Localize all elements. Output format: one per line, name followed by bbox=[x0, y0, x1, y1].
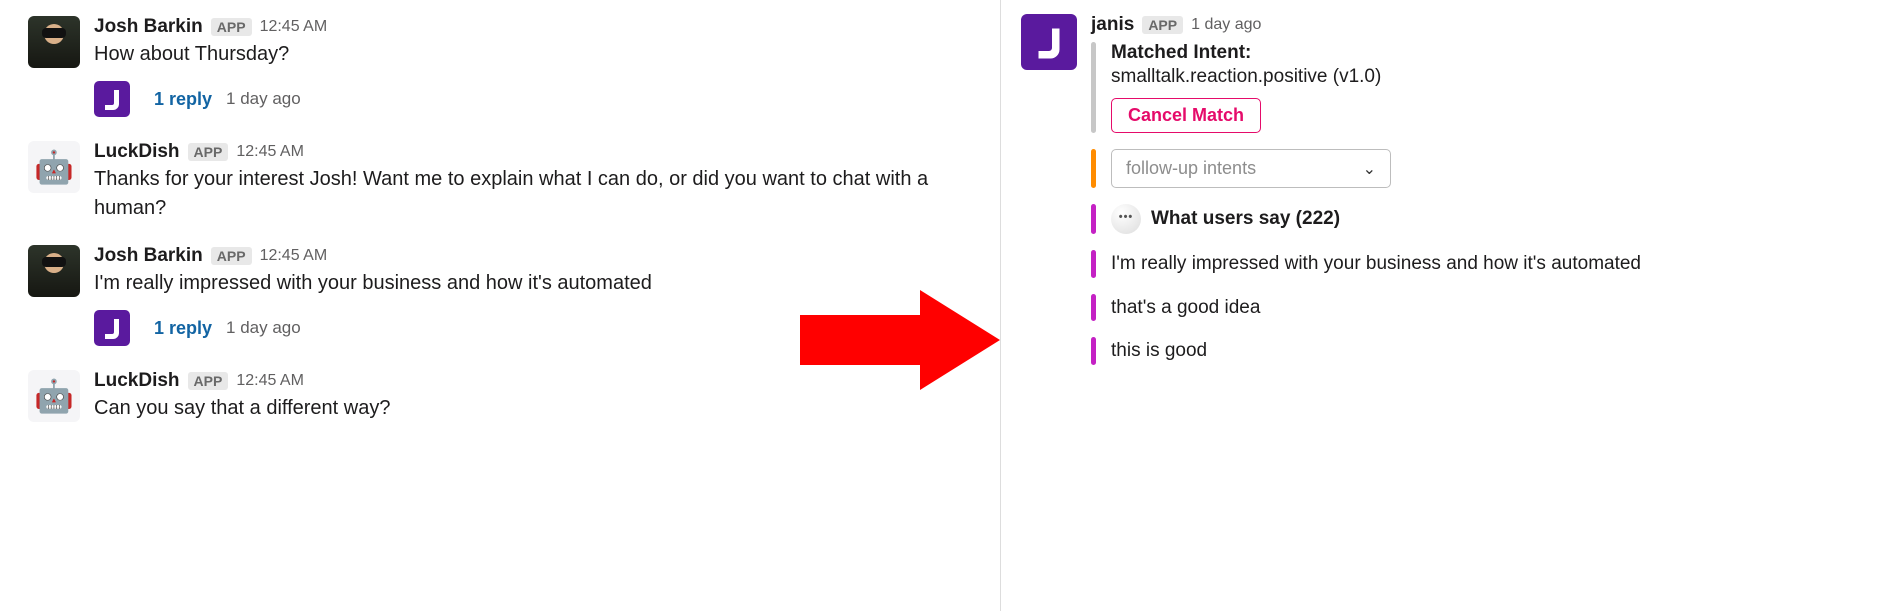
janis-icon bbox=[94, 310, 130, 346]
avatar-josh[interactable] bbox=[28, 245, 80, 297]
avatar-luckdish[interactable]: 🤖 bbox=[28, 141, 80, 193]
app-badge: APP bbox=[211, 18, 252, 36]
user-say-text: that's a good idea bbox=[1111, 297, 1260, 318]
message: Josh Barkin APP 12:45 AM I'm really impr… bbox=[28, 239, 1000, 300]
avatar-josh[interactable] bbox=[28, 16, 80, 68]
what-users-say-block: ••• What users say (222) bbox=[1091, 204, 1904, 234]
message-text: How about Thursday? bbox=[94, 40, 1000, 69]
thread-time: 1 day ago bbox=[1191, 16, 1261, 34]
chevron-down-icon: ⌄ bbox=[1363, 159, 1376, 179]
message-time: 12:45 AM bbox=[236, 372, 304, 390]
reply-time: 1 day ago bbox=[226, 89, 301, 109]
select-placeholder: follow-up intents bbox=[1126, 158, 1256, 179]
app-badge: APP bbox=[188, 372, 229, 390]
followup-intents-block: follow-up intents ⌄ bbox=[1091, 149, 1904, 188]
user-say-text: I'm really impressed with your business … bbox=[1111, 253, 1641, 274]
message-author[interactable]: Josh Barkin bbox=[94, 245, 203, 267]
message: 🤖 LuckDish APP 12:45 AM Thanks for your … bbox=[28, 135, 1000, 225]
app-badge: APP bbox=[1142, 16, 1183, 34]
message-text: I'm really impressed with your business … bbox=[94, 269, 1000, 298]
speech-bubble-icon: ••• bbox=[1111, 204, 1141, 234]
thread-panel: janis APP 1 day ago Matched Intent: smal… bbox=[1000, 0, 1904, 611]
matched-intent-value: smalltalk.reaction.positive (v1.0) bbox=[1111, 66, 1904, 88]
attachment-bar bbox=[1091, 250, 1096, 278]
user-say-item: I'm really impressed with your business … bbox=[1091, 250, 1904, 278]
followup-intents-select[interactable]: follow-up intents ⌄ bbox=[1111, 149, 1391, 188]
user-say-text: this is good bbox=[1111, 340, 1207, 361]
message-time: 12:45 AM bbox=[260, 247, 328, 265]
attachment-bar bbox=[1091, 204, 1096, 234]
message-time: 12:45 AM bbox=[236, 143, 304, 161]
app-badge: APP bbox=[188, 143, 229, 161]
reply-time: 1 day ago bbox=[226, 318, 301, 338]
reply-count-link[interactable]: 1 reply bbox=[154, 89, 212, 110]
message: 🤖 LuckDish APP 12:45 AM Can you say that… bbox=[28, 364, 1000, 425]
what-users-say-title: What users say (222) bbox=[1151, 208, 1340, 230]
avatar-luckdish[interactable]: 🤖 bbox=[28, 370, 80, 422]
matched-intent-block: Matched Intent: smalltalk.reaction.posit… bbox=[1091, 42, 1904, 133]
message-author[interactable]: Josh Barkin bbox=[94, 16, 203, 38]
cancel-match-button[interactable]: Cancel Match bbox=[1111, 98, 1261, 133]
user-say-item: this is good bbox=[1091, 337, 1904, 365]
message-text: Thanks for your interest Josh! Want me t… bbox=[94, 165, 1000, 223]
attachment-bar bbox=[1091, 42, 1096, 133]
message-author[interactable]: LuckDish bbox=[94, 370, 180, 392]
message-text: Can you say that a different way? bbox=[94, 394, 1000, 423]
message: Josh Barkin APP 12:45 AM How about Thurs… bbox=[28, 10, 1000, 71]
reply-row[interactable]: 1 reply 1 day ago bbox=[28, 300, 1000, 364]
attachment-bar bbox=[1091, 149, 1096, 188]
reply-count-link[interactable]: 1 reply bbox=[154, 318, 212, 339]
user-say-item: that's a good idea bbox=[1091, 294, 1904, 322]
matched-intent-title: Matched Intent: bbox=[1111, 42, 1904, 64]
app-badge: APP bbox=[211, 247, 252, 265]
attachment-bar bbox=[1091, 337, 1096, 365]
main-message-column: Josh Barkin APP 12:45 AM How about Thurs… bbox=[0, 0, 1000, 611]
message-author[interactable]: LuckDish bbox=[94, 141, 180, 163]
avatar-janis[interactable] bbox=[1021, 14, 1077, 70]
thread-author[interactable]: janis bbox=[1091, 14, 1134, 36]
janis-icon bbox=[94, 81, 130, 117]
attachment-bar bbox=[1091, 294, 1096, 322]
message-time: 12:45 AM bbox=[260, 18, 328, 36]
reply-row[interactable]: 1 reply 1 day ago bbox=[28, 71, 1000, 135]
